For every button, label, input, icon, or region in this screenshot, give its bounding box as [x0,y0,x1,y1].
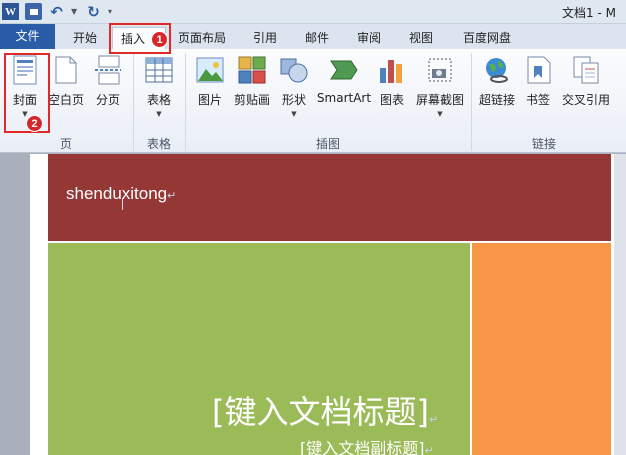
screenshot-dropdown-icon[interactable]: ▼ [413,110,467,118]
word-logo-icon[interactable]: W [2,3,19,20]
tab-review[interactable]: 审阅 [350,27,388,49]
document-title-placeholder[interactable]: [键入文档标题]↵ [212,387,438,433]
tab-references[interactable]: 引用 [246,27,284,49]
document-title-text: [键入文档标题] [212,393,429,431]
shapes-label: 形状 [281,93,306,107]
shapes-button[interactable]: 形状 ▼ [279,55,309,118]
group-label-links: 链接 [531,137,556,151]
tab-baidu-netdisk[interactable]: 百度网盘 [454,27,520,49]
page-break-button[interactable]: 分页 [92,55,124,108]
tab-mailings[interactable]: 邮件 [298,27,336,49]
redo-icon[interactable]: ↻ [85,3,102,21]
chart-label: 图表 [379,93,404,107]
group-label-tables: 表格 [146,137,171,151]
clip-art-label: 剪贴画 [233,93,270,107]
hyperlink-label: 超链接 [478,93,515,107]
blank-page-button[interactable]: 空白页 [47,55,85,108]
undo-icon[interactable]: ↶ [48,3,65,21]
cross-reference-label: 交叉引用 [561,93,610,107]
paragraph-mark: ↵ [167,190,177,202]
tab-home[interactable]: 开始 [63,27,107,49]
ribbon-insert: 封面 ▼ 空白页 分页 页 表格 ▼ 表格 图片 剪贴画 形状 ▼ SmartA… [0,49,626,153]
table-button-label: 表格 [146,93,171,107]
quick-access-toolbar: W ↶ ▼ ↻ ▾ [2,3,116,21]
table-icon [144,55,174,85]
group-label-illustrations: 插图 [315,137,340,151]
smartart-label: SmartArt [316,91,372,105]
save-icon[interactable] [25,3,42,20]
group-label-pages: 页 [59,137,72,151]
bookmark-button[interactable]: 书签 [524,55,552,108]
chart-button[interactable]: 图表 [377,55,407,108]
annotation-badge-1: 1 [151,31,168,48]
cross-reference-button[interactable]: 交叉引用 [560,55,612,108]
chart-icon [377,55,407,85]
undo-dropdown-icon[interactable]: ▼ [71,7,79,16]
bookmark-label: 书签 [525,93,550,107]
blank-page-label: 空白页 [47,93,84,107]
document-subtitle-placeholder[interactable]: [键入文档副标题]↵ [300,435,434,455]
shapes-dropdown-icon[interactable]: ▼ [279,110,309,118]
paragraph-mark: ↵ [424,444,434,455]
blank-page-icon [51,55,81,85]
hyperlink-button[interactable]: 超链接 [477,55,517,108]
window-title: 文档1 - M [562,6,616,20]
screenshot-button[interactable]: 屏幕截图 ▼ [413,55,467,118]
smartart-icon [329,55,359,85]
screenshot-label: 屏幕截图 [415,93,464,107]
document-subtitle-text: [键入文档副标题] [300,439,425,455]
paragraph-mark: ↵ [428,413,439,426]
screenshot-icon [425,55,455,85]
picture-button-label: 图片 [197,93,222,107]
text-cursor [122,198,123,210]
tab-page-layout[interactable]: 页面布局 [172,27,232,49]
page-break-label: 分页 [95,93,120,107]
header-text-value: shenduxitong [66,184,168,203]
picture-button[interactable]: 图片 [193,55,227,108]
picture-icon [195,55,225,85]
bookmark-icon [524,55,554,85]
hyperlink-icon [482,55,512,85]
page-break-icon [93,55,123,85]
clip-art-icon [237,55,267,85]
tab-view[interactable]: 视图 [402,27,440,49]
ribbon-tabs: 文件 开始 插入 页面布局 引用 邮件 审阅 视图 百度网盘 [0,24,626,49]
cross-reference-icon [571,55,601,85]
tab-file[interactable]: 文件 [0,24,55,49]
table-button[interactable]: 表格 ▼ [142,55,176,118]
vertical-scrollbar[interactable] [614,154,626,455]
clip-art-button[interactable]: 剪贴画 [232,55,272,108]
shapes-icon [279,55,309,85]
annotation-badge-2: 2 [26,115,43,132]
smartart-button[interactable]: SmartArt [316,55,372,105]
title-bar: W ↶ ▼ ↻ ▾ 文档1 - M [0,0,626,24]
table-dropdown-icon[interactable]: ▼ [142,110,176,118]
customize-qat-icon[interactable]: ▾ [108,7,116,16]
cover-orange-block [472,243,611,455]
